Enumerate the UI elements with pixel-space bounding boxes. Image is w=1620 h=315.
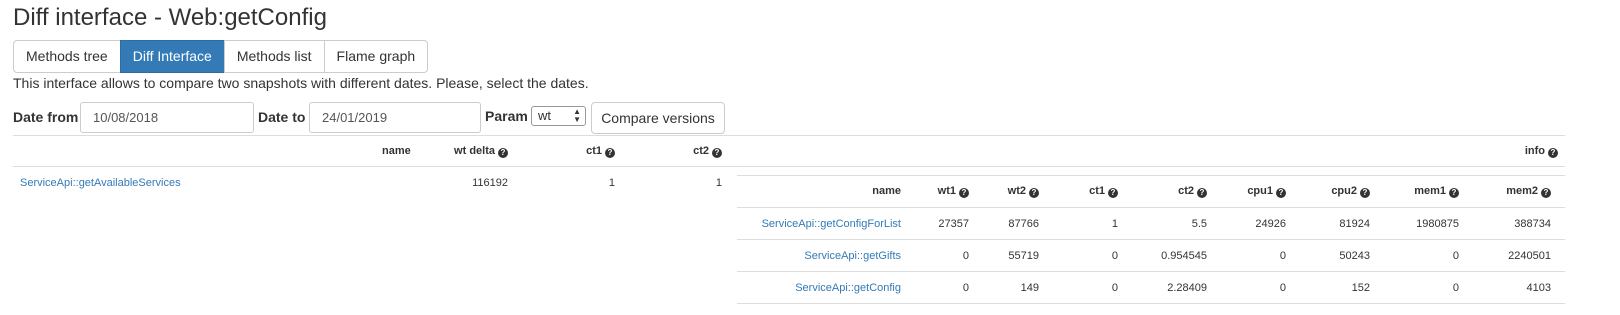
table-cell-cpu2: 152 xyxy=(1351,282,1370,294)
table-cell-cpu1: 0 xyxy=(1279,250,1286,262)
right-col-cpu2: cpu2? xyxy=(1295,185,1370,198)
tab-flame-graph[interactable]: Flame graph xyxy=(323,40,429,73)
date-to-label: Date to xyxy=(258,109,306,125)
table-row-name[interactable]: ServiceApi::getConfigForList xyxy=(740,218,901,230)
table-cell-mem1: 0 xyxy=(1452,250,1459,262)
table-cell-ct2: 0.954545 xyxy=(1161,250,1207,262)
table-cell-mem2: 388734 xyxy=(1514,218,1551,230)
left-col-ct2: ct2? xyxy=(630,145,722,158)
select-arrows-icon: ▲ ▼ xyxy=(573,107,581,124)
divider xyxy=(737,271,1565,272)
question-circle-icon: ? xyxy=(712,148,722,158)
table-row-name[interactable]: ServiceApi::getAvailableServices xyxy=(20,177,181,189)
divider xyxy=(737,303,1565,304)
right-col-name: name xyxy=(872,185,901,197)
date-to-input[interactable] xyxy=(309,102,481,133)
left-col-wt-delta: wt delta? xyxy=(420,145,508,158)
left-col-name: name xyxy=(382,145,411,157)
tab-diff-interface[interactable]: Diff Interface xyxy=(119,40,225,73)
table-row-name[interactable]: ServiceApi::getConfig xyxy=(740,282,901,294)
date-from-input[interactable] xyxy=(80,102,254,133)
question-circle-icon: ? xyxy=(1541,188,1551,198)
question-circle-icon: ? xyxy=(1548,148,1558,158)
table-cell-wt1: 0 xyxy=(962,282,969,294)
right-col-cpu1: cpu1? xyxy=(1215,185,1286,198)
table-cell-ct1: 1 xyxy=(1111,218,1118,230)
divider xyxy=(13,135,1565,136)
table-cell-ct2: 5.5 xyxy=(1191,218,1207,230)
right-col-wt1: wt1? xyxy=(910,185,969,198)
param-label: Param xyxy=(485,108,528,124)
divider xyxy=(737,207,1565,208)
table-cell-ct2: 2.28409 xyxy=(1167,282,1207,294)
right-col-ct1: ct1? xyxy=(1045,185,1118,198)
question-circle-icon: ? xyxy=(498,148,508,158)
question-circle-icon: ? xyxy=(1276,188,1286,198)
divider xyxy=(13,166,1565,167)
question-circle-icon: ? xyxy=(605,148,615,158)
question-circle-icon: ? xyxy=(1360,188,1370,198)
table-cell-mem2: 4103 xyxy=(1526,282,1551,294)
right-col-mem1: mem1? xyxy=(1378,185,1459,198)
right-col-ct2: ct2? xyxy=(1125,185,1207,198)
page-description: This interface allows to compare two sna… xyxy=(13,75,589,91)
table-cell-cpu1: 0 xyxy=(1279,282,1286,294)
tab-methods-tree[interactable]: Methods tree xyxy=(13,40,121,73)
table-cell-cpu2: 81924 xyxy=(1339,218,1370,230)
table-cell-ct1: 0 xyxy=(1111,250,1118,262)
table-cell-ct1: 0 xyxy=(1111,282,1118,294)
table-cell-ct1: 1 xyxy=(608,177,615,189)
table-cell-wt1: 27357 xyxy=(938,218,969,230)
compare-versions-button[interactable]: Compare versions xyxy=(591,102,725,134)
right-col-wt2: wt2? xyxy=(975,185,1039,198)
table-cell-ct2: 1 xyxy=(715,177,722,189)
table-cell-mem2: 2240501 xyxy=(1508,250,1551,262)
question-circle-icon: ? xyxy=(959,188,969,198)
question-circle-icon: ? xyxy=(1449,188,1459,198)
table-cell-wt-delta: 116192 xyxy=(472,177,508,189)
table-cell-mem1: 1980875 xyxy=(1416,218,1459,230)
method-link[interactable]: ServiceApi::getGifts xyxy=(804,250,901,262)
table-cell-wt2: 55719 xyxy=(1008,250,1039,262)
param-select[interactable]: wt ▲ ▼ xyxy=(531,106,586,126)
method-link[interactable]: ServiceApi::getConfig xyxy=(795,282,901,294)
table-cell-cpu1: 24926 xyxy=(1255,218,1286,230)
divider xyxy=(737,175,1565,176)
date-from-label: Date from xyxy=(13,109,79,125)
table-cell-mem1: 0 xyxy=(1452,282,1459,294)
page-title: Diff interface - Web:getConfig xyxy=(13,4,327,31)
question-circle-icon: ? xyxy=(1197,188,1207,198)
left-col-ct1: ct1? xyxy=(520,145,615,158)
method-link[interactable]: ServiceApi::getAvailableServices xyxy=(20,177,181,189)
table-row-name[interactable]: ServiceApi::getGifts xyxy=(740,250,901,262)
view-tabs: Methods tree Diff Interface Methods list… xyxy=(13,40,429,73)
table-cell-wt2: 149 xyxy=(1020,282,1039,294)
method-link[interactable]: ServiceApi::getConfigForList xyxy=(762,218,901,230)
table-cell-cpu2: 50243 xyxy=(1339,250,1370,262)
info-header: info? xyxy=(1480,145,1558,158)
question-circle-icon: ? xyxy=(1108,188,1118,198)
tab-methods-list[interactable]: Methods list xyxy=(223,40,325,73)
param-select-value: wt xyxy=(538,108,551,123)
table-cell-wt1: 0 xyxy=(962,250,969,262)
divider xyxy=(737,239,1565,240)
question-circle-icon: ? xyxy=(1029,188,1039,198)
table-cell-wt2: 87766 xyxy=(1008,218,1039,230)
right-col-mem2: mem2? xyxy=(1465,185,1551,198)
